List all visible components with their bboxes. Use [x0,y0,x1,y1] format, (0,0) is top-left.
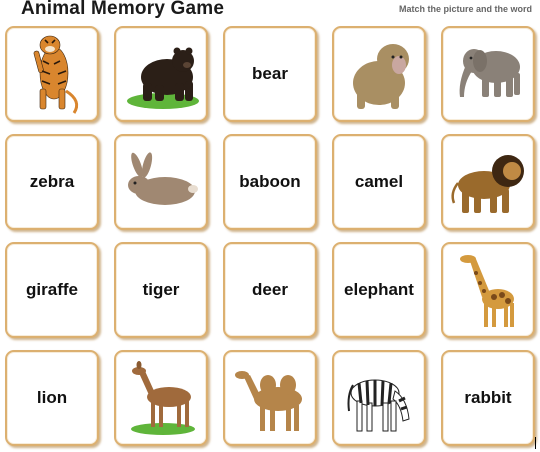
card-2[interactable] [114,26,208,122]
card-8[interactable]: baboon [223,134,317,230]
card-17[interactable] [114,350,208,446]
word-label: deer [252,280,288,299]
word-label: tiger [142,280,180,299]
card-3[interactable]: bear [223,26,317,122]
card-20[interactable]: rabbit [441,350,535,446]
deer-icon [131,361,195,435]
card-1[interactable] [5,26,99,122]
word-label: baboon [239,172,301,191]
word-label: camel [354,172,404,191]
word-label: elephant [344,280,414,299]
card-16[interactable]: lion [5,350,99,446]
card-9[interactable]: camel [332,134,426,230]
card-13[interactable]: deer [223,242,317,338]
card-14[interactable]: elephant [332,242,426,338]
giraffe-icon [460,255,514,327]
header: Animal Memory Game Match the picture and… [0,0,540,24]
card-4[interactable] [332,26,426,122]
word-label: lion [36,388,68,407]
word-label: giraffe [26,280,78,299]
zebra-icon [347,379,410,432]
tiger-icon [33,35,79,114]
card-12[interactable]: tiger [114,242,208,338]
word-label: bear [252,64,288,83]
lion-icon [451,155,524,213]
elephant-icon [459,49,520,97]
card-18[interactable] [223,350,317,446]
text-cursor [535,437,536,449]
card-10[interactable] [441,134,535,230]
game-title: Animal Memory Game [21,0,225,19]
card-11[interactable]: giraffe [5,242,99,338]
camel-icon [235,371,302,431]
game-instructions: Match the picture and the word [398,4,532,14]
bear-icon [127,47,199,109]
word-label: rabbit [464,388,512,407]
card-5[interactable] [441,26,535,122]
card-19[interactable] [332,350,426,446]
baboon-icon [353,44,409,109]
card-15[interactable] [441,242,535,338]
rabbit-icon [128,152,198,205]
card-grid: bear zebra baboon camel giraffe tiger de… [5,26,535,446]
card-7[interactable] [114,134,208,230]
word-label: zebra [29,172,75,191]
card-6[interactable]: zebra [5,134,99,230]
